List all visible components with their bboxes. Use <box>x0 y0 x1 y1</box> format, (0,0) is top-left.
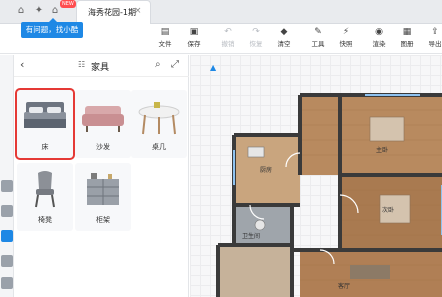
panel-header: ‹ ☷ 家具 ⌕ ⤢ <box>14 55 189 77</box>
left-nav-bar <box>0 55 14 297</box>
nav-item-icon[interactable] <box>1 180 13 192</box>
floorplan <box>216 93 442 297</box>
nav-item-icon[interactable] <box>1 277 13 289</box>
catalog-item-label: 沙发 <box>96 143 110 151</box>
tab-strip: ⌂ ✦ ⌂ NEW 海秀花园-1期 × <box>0 0 442 24</box>
room-label: 客厅 <box>338 283 351 290</box>
export-icon: ⇪ <box>431 27 439 37</box>
tool-icon: ✎ <box>314 27 322 37</box>
bed-icon <box>24 102 66 128</box>
catalog-panel: ‹ ☷ 家具 ⌕ ⤢ 床 沙发 桌几 椅凳 柜架 <box>14 55 189 297</box>
search-icon[interactable]: ⌕ <box>155 59 161 70</box>
catalog-item-label: 桌几 <box>152 143 166 151</box>
pin-icon[interactable]: ✦ <box>32 4 46 18</box>
catalog-item-sofa[interactable]: 沙发 <box>75 90 131 158</box>
table-icon <box>138 102 180 135</box>
undo-button[interactable]: ↶ 撤销 <box>215 26 241 52</box>
snapshot-button[interactable]: ⚡ 快照 <box>333 26 359 52</box>
render-icon: ◉ <box>375 27 383 37</box>
save-icon: ▣ <box>189 27 199 37</box>
album-icon: ▦ <box>402 27 412 37</box>
album-button[interactable]: ▦ 图册 <box>394 26 420 52</box>
file-button[interactable]: ▤ 文件 <box>152 26 178 52</box>
tab-document-label: 海秀花园-1期 <box>88 8 136 17</box>
file-icon: ▤ <box>160 27 170 37</box>
list-icon: ☷ <box>78 60 86 69</box>
cabinet-icon <box>87 173 119 205</box>
new-badge: NEW <box>60 0 76 8</box>
home-icon[interactable]: ⌂ <box>14 4 28 18</box>
toolbar-label: 导出 <box>428 40 442 48</box>
catalog-item-label: 床 <box>41 143 49 151</box>
panel-title: 家具 <box>91 63 110 73</box>
expand-icon[interactable]: ⤢ <box>171 59 179 70</box>
catalog-item-label: 柜架 <box>96 216 110 224</box>
undo-icon: ↶ <box>224 27 232 37</box>
snapshot-icon: ⚡ <box>342 27 350 37</box>
toolbar-label: 清空 <box>277 40 291 48</box>
toolbar-label: 快照 <box>339 40 353 48</box>
redo-icon: ↷ <box>252 27 260 37</box>
chair-icon <box>35 171 55 208</box>
nav-item-icon[interactable] <box>1 230 13 242</box>
redo-button[interactable]: ↷ 恢复 <box>243 26 269 52</box>
nav-item-icon[interactable] <box>1 255 13 267</box>
back-icon[interactable]: ‹ <box>20 58 24 71</box>
nav-item-icon[interactable] <box>1 205 13 217</box>
catalog-item-cabinet[interactable]: 柜架 <box>75 163 131 231</box>
room-label: 次卧 <box>382 207 395 214</box>
eraser-button[interactable]: ◆ 清空 <box>271 26 297 52</box>
room-label: 厨房 <box>260 167 273 174</box>
catalog-item-label: 椅凳 <box>38 216 52 224</box>
save-button[interactable]: ▣ 保存 <box>181 26 207 52</box>
toolbar-label: 图册 <box>400 40 414 48</box>
room-label: 主卧 <box>376 147 389 154</box>
catalog-item-bed[interactable]: 床 <box>15 88 75 160</box>
sofa-icon <box>82 106 124 132</box>
help-tooltip[interactable]: 有问题，找小酷 <box>21 18 83 38</box>
export-button[interactable]: ⇪ 导出 <box>422 26 442 52</box>
toolbar-label: 文件 <box>158 40 172 48</box>
room-label: 卫生间 <box>242 233 261 240</box>
toolbar-label: 恢复 <box>249 40 263 48</box>
toolbar-label: 工具 <box>311 40 325 48</box>
floorplan-canvas[interactable]: ▲ 主卧 客厅 次卧 厨房 卫生间 <box>190 55 442 297</box>
toolbar-label: 渲染 <box>372 40 386 48</box>
tab-document[interactable]: 海秀花园-1期 × <box>76 0 151 24</box>
render-button[interactable]: ◉ 渲染 <box>366 26 392 52</box>
close-icon[interactable]: × <box>134 6 142 16</box>
catalog-item-table[interactable]: 桌几 <box>131 90 187 158</box>
eraser-icon: ◆ <box>280 27 288 37</box>
catalog-item-chair[interactable]: 椅凳 <box>17 163 73 231</box>
toolbar-label: 撤销 <box>221 40 235 48</box>
tool-button[interactable]: ✎ 工具 <box>305 26 331 52</box>
toolbar-label: 保存 <box>187 40 201 48</box>
